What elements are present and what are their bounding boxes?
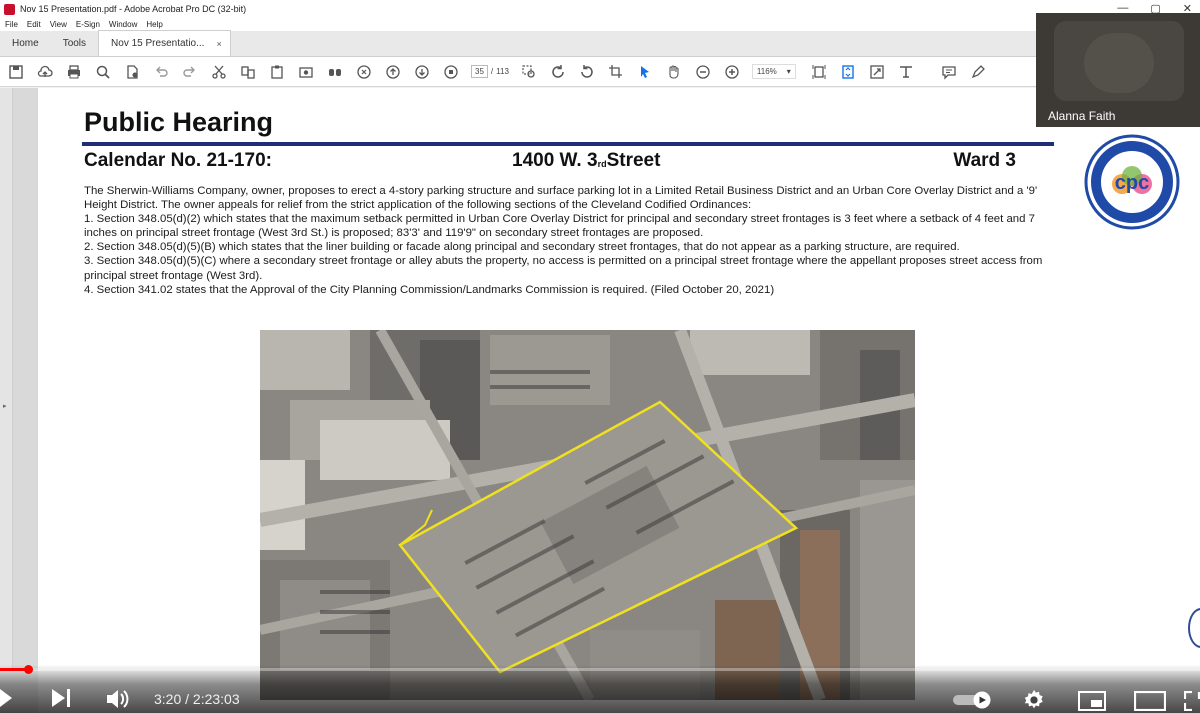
fullscreen-icon[interactable] [1184,691,1200,711]
tab-tools[interactable]: Tools [51,30,98,56]
calendar-number: Calendar No. 21-170: [84,150,272,171]
address-suffix: rd [597,159,607,169]
screen: Nov 15 Presentation.pdf - Adobe Acrobat … [0,0,1200,713]
address: 1400 W. 3rdStreet [512,150,660,172]
redo-icon[interactable] [181,63,199,81]
aerial-site-photo [260,330,915,700]
page-navigator: 35 / 113 [471,65,509,78]
play-icon[interactable] [0,689,14,707]
description-paragraph: The Sherwin-Williams Company, owner, pro… [84,185,1038,212]
rotate-counterclockwise-icon[interactable] [578,63,596,81]
comment-icon[interactable] [940,63,958,81]
tab-document[interactable]: Nov 15 Presentatio... × [98,30,231,56]
current-time: 3:20 [154,691,182,707]
save-icon[interactable] [7,63,25,81]
city-planning-seal-logo: cpc [1084,134,1180,230]
zoom-out-icon[interactable] [694,63,712,81]
window-titlebar: Nov 15 Presentation.pdf - Adobe Acrobat … [0,0,1200,18]
expand-panel-icon[interactable]: ▸ [3,402,7,410]
crop-pages-icon[interactable] [607,63,625,81]
menu-file[interactable]: File [5,20,18,29]
print-icon[interactable] [65,63,83,81]
time-display: 3:20 / 2:23:03 [154,691,240,707]
ward: Ward 3 [953,150,1016,171]
participant-name: Alanna Faith [1048,109,1116,123]
case-description: The Sherwin-Williams Company, owner, pro… [84,184,1056,297]
section-item: 3. Section 348.05(d)(5)(C) where a secon… [84,255,1043,282]
zoom-in-icon[interactable] [723,63,741,81]
page-total: 113 [496,67,509,76]
menu-e-sign[interactable]: E-Sign [76,20,100,29]
page-separator: / [490,67,494,76]
miniplayer-icon[interactable] [1078,691,1106,711]
tab-document-label: Nov 15 Presentatio... [111,38,205,49]
acrobat-icon [4,3,15,15]
theater-mode-icon[interactable] [1134,691,1166,711]
window-title: Nov 15 Presentation.pdf - Adobe Acrobat … [20,4,247,14]
autoplay-toggle[interactable] [952,691,994,709]
slide-title: Public Hearing [84,107,274,137]
time-separator: / [181,691,193,707]
search-icon[interactable] [94,63,112,81]
page-fit-icon[interactable] [810,63,828,81]
read-aloud-icon[interactable] [326,63,344,81]
tab-home[interactable]: Home [0,30,51,56]
page-number-input[interactable]: 35 [471,65,488,78]
organize-pages-icon[interactable] [239,63,257,81]
title-divider [82,142,1054,146]
screenshot-icon[interactable] [297,63,315,81]
clipboard-icon[interactable] [268,63,286,81]
scrolling-mode-icon[interactable] [839,63,857,81]
video-controls: 3:20 / 2:23:03 [0,665,1200,713]
menu-edit[interactable]: Edit [27,20,41,29]
menu-help[interactable]: Help [146,20,162,29]
zoom-select[interactable]: 116% ▾ [751,64,796,79]
menu-window[interactable]: Window [109,20,137,29]
seal-text: cpc [1115,172,1149,194]
video-figure [1084,33,1154,93]
rotate-clockwise-icon[interactable] [549,63,567,81]
cursor-circle-icon[interactable] [355,63,373,81]
share-file-icon[interactable] [123,63,141,81]
upload-cloud-icon[interactable] [36,63,54,81]
next-page-icon[interactable] [413,63,431,81]
participant-video: Alanna Faith [1036,13,1200,127]
address-street: Street [606,150,661,171]
marquee-zoom-icon[interactable] [520,63,538,81]
next-video-icon[interactable] [52,689,72,707]
progress-scrubber[interactable] [23,665,33,674]
settings-gear-icon[interactable] [1022,689,1046,711]
zoom-value: 116% [756,67,777,76]
stop-icon[interactable] [442,63,460,81]
duration: 2:23:03 [192,691,240,707]
pdf-page: Public Hearing Calendar No. 21-170: 1400… [38,88,1200,713]
calendar-header: Calendar No. 21-170: 1400 W. 3rdStreet W… [82,148,1022,174]
full-screen-icon[interactable] [868,63,886,81]
left-nav-rail: ▸ [0,88,13,670]
section-item: 4. Section 341.02 states that the Approv… [84,283,775,296]
address-main: 1400 W. 3 [512,150,598,171]
section-item: 2. Section 348.05(d)(5)(B) which states … [84,241,960,254]
highlight-pen-icon[interactable] [969,63,987,81]
tab-close-icon[interactable]: × [216,39,221,49]
scissors-icon[interactable] [210,63,228,81]
previous-page-icon[interactable] [384,63,402,81]
section-item: 1. Section 348.05(d)(2) which states tha… [84,213,1035,240]
volume-icon[interactable] [106,689,130,709]
select-cursor-icon[interactable] [636,63,654,81]
progress-bar[interactable] [0,665,1200,674]
hand-tool-icon[interactable] [665,63,683,81]
undo-icon[interactable] [152,63,170,81]
read-mode-icon[interactable] [897,63,915,81]
chevron-down-icon: ▾ [786,67,791,76]
menu-view[interactable]: View [50,20,67,29]
tab-bar: Home Tools Nov 15 Presentatio... × [0,30,1200,57]
toolbar: 35 / 113 116% ▾ [0,57,1200,87]
